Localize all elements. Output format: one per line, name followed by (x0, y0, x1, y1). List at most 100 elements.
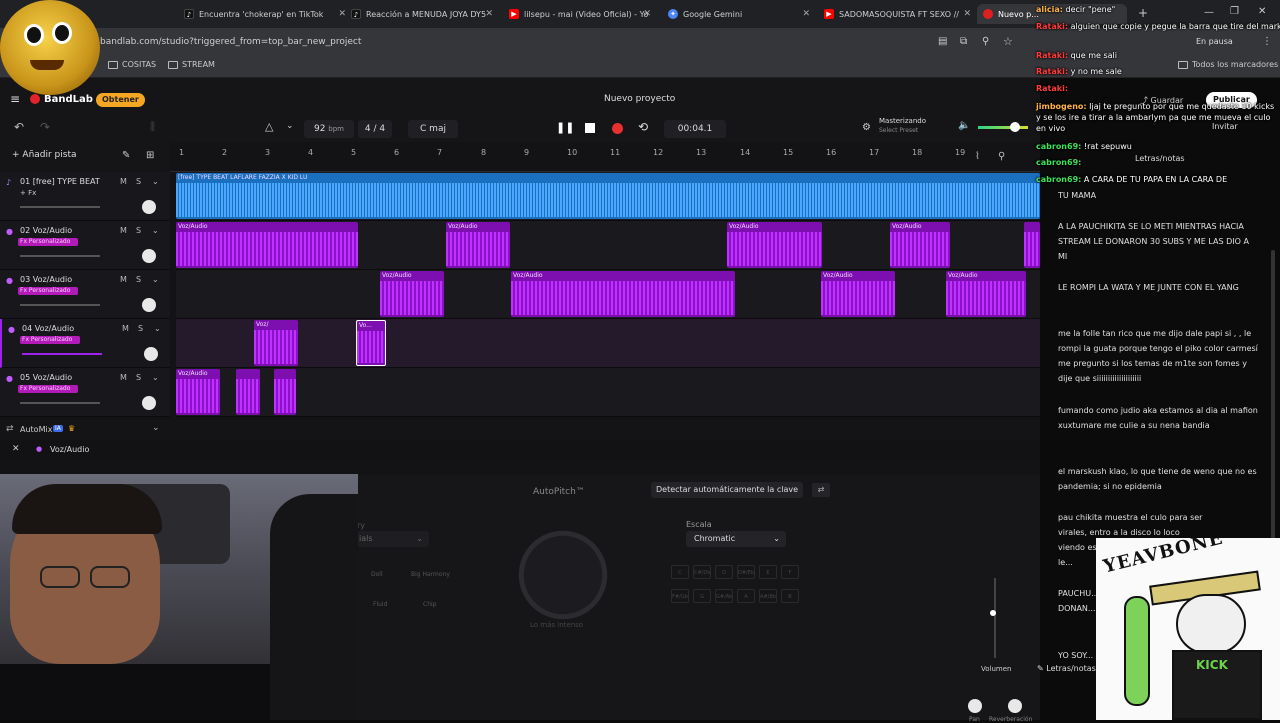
select-preset[interactable]: Select Preset (879, 127, 918, 134)
all-bookmarks[interactable]: Todos los marcadores (1178, 60, 1278, 69)
timeline-ruler[interactable]: 1 2 3 4 5 6 7 8 9 10 11 12 13 14 15 16 17 18 19 (170, 142, 1040, 172)
bookmark-folder[interactable]: COSITAS (108, 60, 156, 69)
note-button[interactable]: D (715, 565, 733, 579)
pitch-knob[interactable] (513, 525, 613, 625)
lyrics-paragraph[interactable]: LE ROMPI LA WATA Y ME JUNTE CON EL YANG (1058, 280, 1258, 295)
track-lane[interactable]: Voz/Audio Voz/Audio Voz/Audio Voz/Audio (176, 221, 1040, 270)
pan-knob[interactable] (142, 200, 156, 214)
lyrics-paragraph[interactable]: el marskush klao, lo que tiene de weno q… (1058, 464, 1258, 494)
solo-button[interactable]: S (136, 226, 141, 235)
hamburger-menu-icon[interactable]: ≡ (10, 92, 20, 106)
pause-button[interactable]: ❚❚ (556, 121, 574, 134)
browser-tab[interactable]: ♪ Reacción a MENUDA JOYA DY5 ✕ (345, 4, 495, 24)
track-volume-slider[interactable] (20, 402, 100, 404)
note-button[interactable]: F#/Gb (671, 589, 689, 603)
track-lane[interactable]: Voz/Audio Voz/Audio Voz/Audio Voz/Audio (176, 270, 1040, 319)
note-button[interactable]: D#/Eb (737, 565, 755, 579)
audio-clip[interactable]: Voz/Audio (890, 222, 950, 268)
pan-knob[interactable] (142, 249, 156, 263)
mute-button[interactable]: M (120, 177, 127, 186)
solo-button[interactable]: S (138, 324, 143, 333)
upgrade-button[interactable]: Obtener (96, 93, 145, 107)
edit-icon[interactable]: ✎ (122, 150, 130, 161)
close-icon[interactable]: ✕ (963, 9, 971, 19)
bookmark-star-icon[interactable]: ☆ (1003, 35, 1013, 48)
solo-button[interactable]: S (136, 373, 141, 382)
chevron-down-icon[interactable]: ⌄ (152, 423, 160, 433)
browser-tab[interactable]: ▶ lilsepu - mai (Video Oficial) - Yo ✕ (503, 4, 653, 24)
mixer-icon[interactable]: ⫼ (150, 120, 155, 134)
note-button[interactable]: B (781, 589, 799, 603)
zoom-icon[interactable]: ⚲ (998, 151, 1005, 162)
new-tab-button[interactable]: + (1138, 6, 1148, 20)
chevron-down-icon[interactable]: ⌄ (152, 226, 159, 235)
track-volume-slider[interactable] (20, 304, 100, 306)
key-field[interactable]: C maj (408, 120, 458, 138)
note-button[interactable]: A#/Bb (759, 589, 777, 603)
audio-clip[interactable]: Voz/Audio (176, 222, 358, 268)
audio-clip[interactable]: [free] TYPE BEAT LAFLARE FAZZIA X KID LU (176, 173, 1040, 219)
settings-icon[interactable]: ⇄ (812, 483, 830, 497)
loop-icon[interactable]: ⟲ (638, 120, 648, 134)
mute-button[interactable]: M (120, 275, 127, 284)
track-header-selected[interactable]: ● 04 Voz/Audio Fx Personalizado M S ⌄ (0, 319, 170, 368)
fx-preset-badge[interactable]: Fx Personalizado (18, 238, 78, 246)
track-lane[interactable]: Voz/Audio (176, 368, 1040, 417)
mute-button[interactable]: M (122, 324, 129, 333)
audio-clip[interactable]: Voz/Audio (380, 271, 444, 317)
pan-knob[interactable] (144, 347, 158, 361)
minimize-button[interactable]: — (1204, 7, 1214, 18)
track-header[interactable]: ♪ 01 [free] TYPE BEAT L... + Fx M S ⌄ (0, 172, 170, 221)
effect-fluid[interactable]: Fluid (373, 601, 387, 608)
note-button[interactable]: F (781, 565, 799, 579)
effect-chip[interactable]: Chip (423, 601, 436, 608)
zoom-icon[interactable]: ⚲ (982, 36, 989, 47)
redo-icon[interactable]: ↷ (40, 120, 50, 134)
solo-button[interactable]: S (136, 275, 141, 284)
track-header[interactable]: ● 02 Voz/Audio Fx Personalizado M S ⌄ (0, 221, 170, 270)
chevron-down-icon[interactable]: ⌄ (152, 177, 159, 186)
note-button[interactable]: A (737, 589, 755, 603)
track-lane[interactable]: [free] TYPE BEAT LAFLARE FAZZIA X KID LU (176, 172, 1040, 221)
audio-clip[interactable] (274, 369, 296, 415)
paused-badge[interactable]: En pausa (1196, 37, 1233, 46)
browser-tab[interactable]: ♪ Encuentra 'chokerap' en TikTok ✕ (178, 4, 348, 24)
audio-clip[interactable]: Voz/Audio (176, 369, 220, 415)
track-header[interactable]: ● 05 Voz/Audio Fx Personalizado M S ⌄ (0, 368, 170, 417)
stop-button[interactable] (585, 123, 595, 133)
reverb-knob[interactable] (1008, 699, 1022, 713)
pan-knob[interactable] (968, 699, 982, 713)
scale-select[interactable]: Chromatic ⌄ (686, 531, 786, 547)
lyrics-toggle[interactable]: ✎ Letras/notas (1037, 664, 1096, 673)
audio-clip[interactable]: Voz/Audio (727, 222, 822, 268)
bpm-field[interactable]: 92 bpm (304, 120, 354, 138)
project-title[interactable]: Nuevo proyecto (604, 94, 675, 104)
close-icon[interactable]: ✕ (802, 9, 810, 19)
note-button[interactable]: C#/Db (693, 565, 711, 579)
mute-button[interactable]: M (120, 226, 127, 235)
audio-clip-selected[interactable]: Vo... (356, 320, 386, 366)
chevron-down-icon[interactable]: ⌄ (152, 373, 159, 382)
lyrics-paragraph[interactable]: fumando como judio aka estamos al dia al… (1058, 403, 1258, 433)
audio-clip[interactable]: Voz/Audio (821, 271, 895, 317)
lyrics-paragraph[interactable]: A LA PAUCHIKITA SE LO METI MIENTRAS HACI… (1058, 219, 1258, 264)
volume-icon[interactable]: 🔈 (958, 120, 970, 131)
pan-knob[interactable] (142, 396, 156, 410)
note-button[interactable]: E (759, 565, 777, 579)
fx-preset-badge[interactable]: Fx Personalizado (20, 336, 80, 344)
bookmark-folder[interactable]: STREAM (168, 60, 215, 69)
track-volume-slider[interactable] (20, 206, 100, 208)
bandlab-logo[interactable]: BandLab (44, 94, 93, 105)
audio-clip[interactable]: Voz/Audio (511, 271, 735, 317)
undo-icon[interactable]: ↶ (14, 120, 24, 134)
audio-clip[interactable] (236, 369, 260, 415)
track-volume-slider[interactable] (22, 353, 102, 355)
close-window-button[interactable]: ✕ (1258, 6, 1266, 17)
fx-preset-badge[interactable]: Fx Personalizado (18, 385, 78, 393)
browser-tab[interactable]: ▶ SADOMASOQUISTA FT SEXO //✕ (818, 4, 973, 24)
pan-knob[interactable] (142, 298, 156, 312)
metronome-icon[interactable]: △ (265, 120, 273, 133)
automix-label[interactable]: AutoMix (20, 425, 52, 434)
menu-dots-icon[interactable]: ⋮ (1262, 36, 1272, 47)
volume-fader[interactable] (994, 578, 996, 658)
